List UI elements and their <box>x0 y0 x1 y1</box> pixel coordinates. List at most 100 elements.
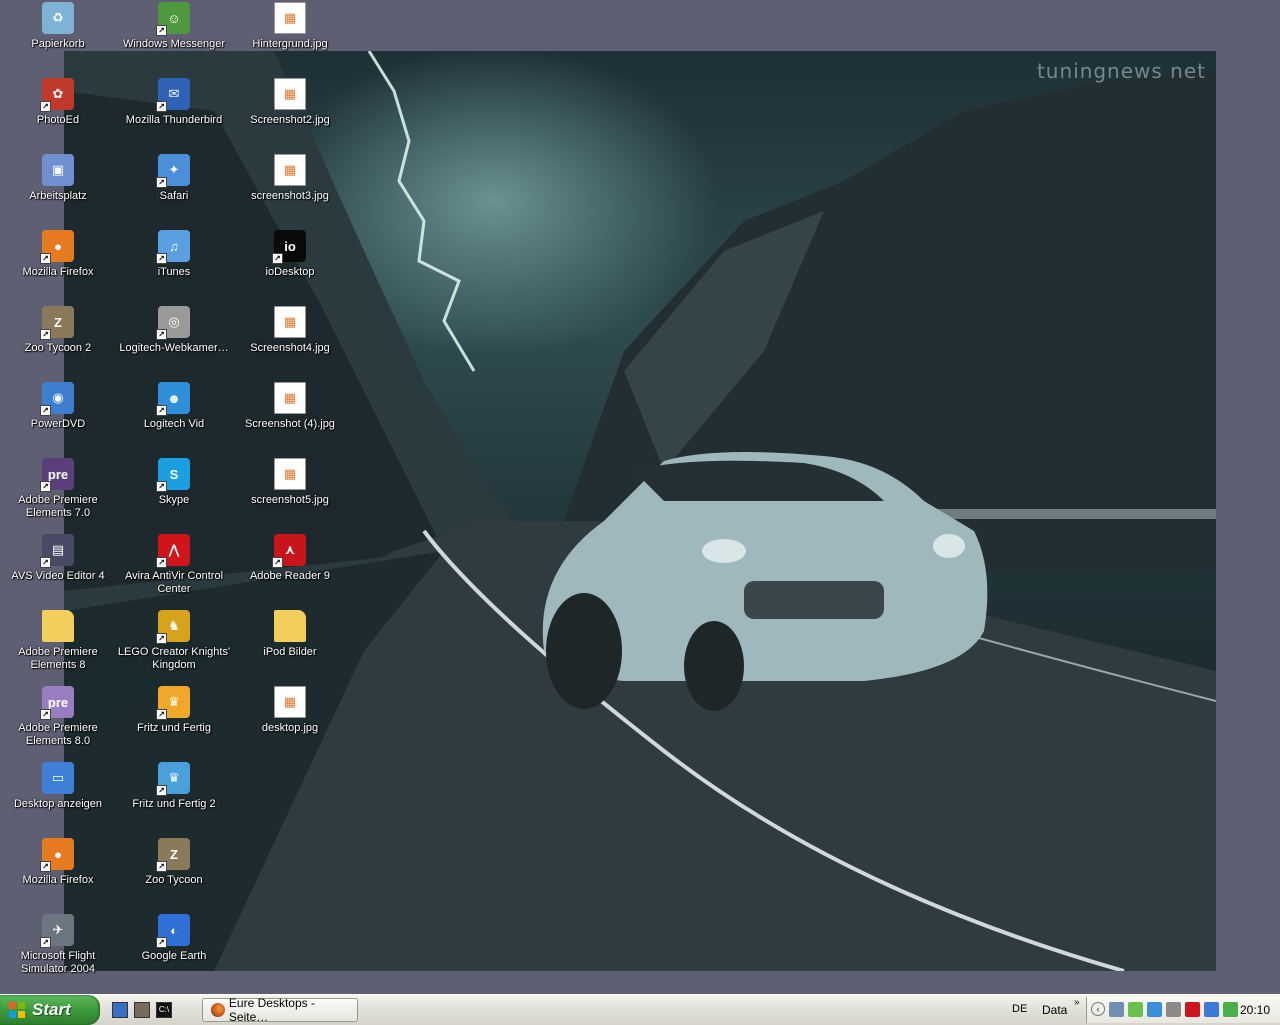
jpg-file-icon: ▦ <box>274 2 306 34</box>
desktop-icon-label: Screenshot2.jpg <box>250 114 330 126</box>
desktop-icon-premiere7[interactable]: pre ↗ Adobe Premiere Elements 7.0 <box>0 458 116 520</box>
desktop-icon-zootycoon[interactable]: Z ↗ Zoo Tycoon <box>116 838 232 887</box>
desktop-icon-adobereader[interactable]: ⋏ ↗ Adobe Reader 9 <box>232 534 348 583</box>
start-button[interactable]: Start <box>0 995 100 1025</box>
shortcut-arrow-icon: ↗ <box>156 25 167 36</box>
safari-compass-icon: ✦ ↗ <box>156 154 190 188</box>
desktop-icon-thunderbird[interactable]: ✉ ↗ Mozilla Thunderbird <box>116 78 232 127</box>
desktop-icon-screenshot2[interactable]: ▦ Screenshot2.jpg <box>232 78 348 127</box>
desktop-icon-lego[interactable]: ♞ ↗ LEGO Creator Knights' Kingdom <box>116 610 232 672</box>
wallpaper-watermark: tuningnews net <box>1036 59 1206 83</box>
desktop-icon-label: Skype <box>158 494 190 506</box>
desktop-icon-itunes[interactable]: ♫ ↗ iTunes <box>116 230 232 279</box>
desktop-icon-googleearth[interactable]: ◐ ↗ Google Earth <box>116 914 232 963</box>
desktop-icon-safari[interactable]: ✦ ↗ Safari <box>116 154 232 203</box>
desktop-icon-label: Adobe Premiere Elements 8 <box>18 646 98 671</box>
desktop-icon-hintergrund[interactable]: ▦ Hintergrund.jpg <box>232 2 348 51</box>
desktop-icon-powerdvd[interactable]: ◉ ↗ PowerDVD <box>0 382 116 431</box>
desktop-icon-label: Microsoft Flight Simulator 2004 <box>20 950 96 975</box>
desktop-icon-label: Screenshot4.jpg <box>250 342 330 354</box>
desktop-icon-label: Google Earth <box>141 950 207 962</box>
shortcut-arrow-icon: ↗ <box>156 481 167 492</box>
network-icon[interactable] <box>1109 1002 1124 1017</box>
desktop-icon-label: Fritz und Fertig <box>137 722 211 734</box>
jpg-file-icon: ▦ <box>274 382 306 414</box>
desktop-icon-avira[interactable]: ⋀ ↗ Avira AntiVir Control Center <box>116 534 232 596</box>
shortcut-arrow-icon: ↗ <box>156 405 167 416</box>
powerdvd-icon: ◉ ↗ <box>40 382 74 416</box>
windows-logo-icon <box>9 1002 25 1018</box>
crown-icon: ♛ ↗ <box>156 686 190 720</box>
adobe-premiere-icon: pre ↗ <box>40 458 74 492</box>
desktop-icon-papierkorb[interactable]: ♻ Papierkorb <box>0 2 116 51</box>
desktop-icon-screenshot4b[interactable]: ▦ Screenshot (4).jpg <box>232 382 348 431</box>
desktop-icon-arbeitsplatz[interactable]: ▣ Arbeitsplatz <box>0 154 116 203</box>
shortcut-arrow-icon: ↗ <box>40 709 51 720</box>
messenger-icon: ☺ ↗ <box>156 2 190 36</box>
desktop-icon-firefox2[interactable]: ● ↗ Mozilla Firefox <box>0 838 116 887</box>
firefox-icon <box>211 1003 225 1017</box>
shortcut-arrow-icon: ↗ <box>40 937 51 948</box>
desktop-icon-zootycoon2[interactable]: Z ↗ Zoo Tycoon 2 <box>0 306 116 355</box>
recycle-bin-icon: ♻ <box>42 2 74 34</box>
desktop-icon-label: screenshot5.jpg <box>251 494 329 506</box>
desktop-icon-label: Papierkorb <box>31 38 85 50</box>
desktop-icon-logitechwebcam[interactable]: ◎ ↗ Logitech-Webkamer… <box>116 306 232 355</box>
desktop-icon-avs[interactable]: ▤ ↗ AVS Video Editor 4 <box>0 534 116 583</box>
desktop-icon-premiere8[interactable]: pre ↗ Adobe Premiere Elements 8.0 <box>0 686 116 748</box>
iodesktop-icon: io ↗ <box>272 230 306 264</box>
desktop-icon-ipodbilder[interactable]: iPod Bilder <box>232 610 348 659</box>
desktop-icon-premiere8folder[interactable]: Adobe Premiere Elements 8 <box>0 610 116 672</box>
quick-launch-command-prompt-icon[interactable]: C:\ <box>156 1002 172 1018</box>
desktop-icon-skype[interactable]: S ↗ Skype <box>116 458 232 507</box>
firefox-icon: ● ↗ <box>40 838 74 872</box>
clock[interactable]: 20:10 <box>1240 1003 1270 1017</box>
avira-tray-icon[interactable] <box>1185 1002 1200 1017</box>
adobe-premiere-icon: pre ↗ <box>40 686 74 720</box>
desktop-icon-label: Adobe Reader 9 <box>249 570 331 582</box>
film-strip-icon: ▤ ↗ <box>40 534 74 568</box>
desktop-icon-fritz2[interactable]: ♛ ↗ Fritz und Fertig 2 <box>116 762 232 811</box>
firefox-icon: ● ↗ <box>40 230 74 264</box>
toolbar-chevron-icon[interactable]: » <box>1074 997 1080 1008</box>
desktop-icon-screenshot5[interactable]: ▦ screenshot5.jpg <box>232 458 348 507</box>
shortcut-arrow-icon: ↗ <box>156 329 167 340</box>
data-toolbar-label[interactable]: Data <box>1042 1003 1067 1017</box>
quick-launch-media-icon[interactable] <box>134 1002 150 1018</box>
webcam-tray-icon[interactable] <box>1166 1002 1181 1017</box>
desktop-icon-screenshot4[interactable]: ▦ Screenshot4.jpg <box>232 306 348 355</box>
desktop-icon-desktopanzeigen[interactable]: ▭ Desktop anzeigen <box>0 762 116 811</box>
language-indicator[interactable]: DE <box>1012 1003 1027 1015</box>
shortcut-arrow-icon: ↗ <box>40 101 51 112</box>
desktop-icon-label: Screenshot (4).jpg <box>245 418 335 430</box>
my-computer-icon: ▣ <box>42 154 74 186</box>
desktop-icon-firefox1[interactable]: ● ↗ Mozilla Firefox <box>0 230 116 279</box>
quick-launch-show-desktop-icon[interactable] <box>112 1002 128 1018</box>
desktop-icon-messenger[interactable]: ☺ ↗ Windows Messenger <box>116 2 232 51</box>
desktop-icon-photoed[interactable]: ✿ ↗ PhotoEd <box>0 78 116 127</box>
shortcut-arrow-icon: ↗ <box>156 861 167 872</box>
desktop-icon-label: Zoo Tycoon 2 <box>24 342 92 354</box>
desktop-icon-logitechvid[interactable]: ☻ ↗ Logitech Vid <box>116 382 232 431</box>
shortcut-arrow-icon: ↗ <box>40 329 51 340</box>
shortcut-arrow-icon: ↗ <box>156 709 167 720</box>
desktop-icon-flightsim[interactable]: ✈ ↗ Microsoft Flight Simulator 2004 <box>0 914 116 976</box>
download-tray-icon[interactable] <box>1223 1002 1238 1017</box>
desktop-icon-desktopjpg[interactable]: ▦ desktop.jpg <box>232 686 348 735</box>
zoo-tycoon-icon: Z ↗ <box>156 838 190 872</box>
taskbar-button-firefox[interactable]: Eure Desktops - Seite… <box>202 996 358 1024</box>
folder-icon <box>274 610 306 642</box>
jpg-file-icon: ▦ <box>274 686 306 718</box>
jpg-file-icon: ▦ <box>274 154 306 186</box>
desktop-icon-screenshot3[interactable]: ▦ screenshot3.jpg <box>232 154 348 203</box>
desktop-icon-iodesktop[interactable]: io ↗ ioDesktop <box>232 230 348 279</box>
jpg-file-icon: ▦ <box>274 458 306 490</box>
desktop-icon-fritz[interactable]: ♛ ↗ Fritz und Fertig <box>116 686 232 735</box>
messenger-tray-icon[interactable] <box>1128 1002 1143 1017</box>
logitech-tray-icon[interactable] <box>1147 1002 1162 1017</box>
folder-icon <box>42 610 74 642</box>
tray-expand-icon[interactable]: ‹ <box>1091 1002 1105 1016</box>
user-tray-icon[interactable] <box>1204 1002 1219 1017</box>
desktop-icon-label: Adobe Premiere Elements 8.0 <box>18 722 98 747</box>
avira-icon: ⋀ ↗ <box>156 534 190 568</box>
